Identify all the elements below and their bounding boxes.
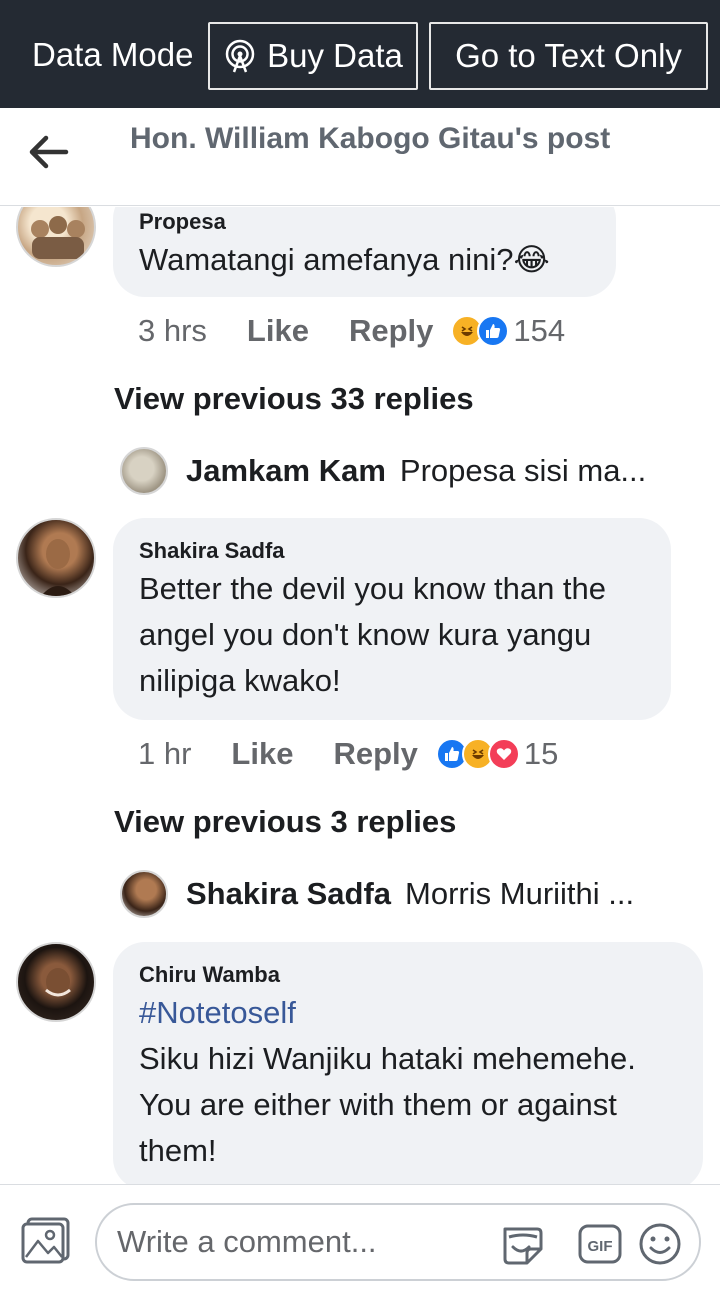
reaction-icons[interactable] — [435, 738, 520, 770]
latest-reply[interactable]: Jamkam Kam Propesa sisi ma... — [120, 447, 646, 495]
reaction-icons[interactable] — [451, 315, 510, 347]
portrait-icon — [45, 968, 71, 997]
like-link[interactable]: Like — [247, 313, 309, 349]
reaction-count[interactable]: 15 — [524, 736, 558, 772]
sticker-icon[interactable] — [499, 1221, 545, 1267]
comment-input-box[interactable]: GIF — [95, 1203, 701, 1281]
portrait-icon — [41, 539, 75, 596]
emoji-icon[interactable] — [637, 1221, 683, 1267]
data-mode-bar: Data Mode Buy Data Go to Text Only — [0, 0, 720, 108]
reply-link[interactable]: Reply — [333, 736, 417, 772]
comment-bubble[interactable]: Chiru Wamba #Notetoself Siku hizi Wanjik… — [113, 942, 703, 1184]
latest-reply[interactable]: Shakira Sadfa Morris Muriithi ... — [120, 870, 634, 918]
comment-input[interactable] — [117, 1219, 497, 1265]
reply-author[interactable]: Jamkam Kam — [186, 453, 386, 489]
avatar[interactable] — [120, 870, 168, 918]
comment-actions: 1 hr Like Reply 15 — [138, 736, 558, 772]
gif-icon[interactable]: GIF — [577, 1221, 623, 1267]
data-mode-label: Data Mode — [32, 36, 194, 73]
comment-author[interactable]: Shakira Sadfa — [139, 536, 645, 566]
back-arrow-icon[interactable] — [26, 134, 70, 170]
page-title: Hon. William Kabogo Gitau's post — [130, 122, 611, 155]
view-previous-replies[interactable]: View previous 3 replies — [114, 804, 456, 840]
reply-link[interactable]: Reply — [349, 313, 433, 349]
like-reaction-icon — [477, 315, 510, 347]
photo-icon[interactable] — [20, 1217, 72, 1265]
love-reaction-icon — [487, 738, 520, 770]
reply-snippet: Propesa sisi ma... — [399, 453, 647, 488]
reply-author[interactable]: Shakira Sadfa — [186, 876, 391, 912]
post-header: Hon. William Kabogo Gitau's post — [0, 108, 720, 206]
comment-time[interactable]: 1 hr — [138, 736, 191, 772]
comment-time[interactable]: 3 hrs — [138, 313, 207, 349]
reply-snippet: Morris Muriithi ... — [405, 876, 635, 911]
comment-text: Wamatangi amefanya nini?😂 — [139, 242, 550, 277]
comment-author[interactable]: Propesa — [139, 207, 590, 237]
avatar[interactable] — [16, 518, 96, 598]
group-photo-icon — [31, 216, 85, 259]
broadcast-icon — [225, 39, 255, 73]
comment-bubble[interactable]: Shakira Sadfa Better the devil you know … — [113, 518, 671, 720]
avatar[interactable] — [16, 942, 96, 1022]
reaction-count[interactable]: 154 — [513, 313, 565, 349]
avatar[interactable] — [120, 447, 168, 495]
text-only-button[interactable]: Go to Text Only — [429, 22, 708, 90]
comment-actions: 3 hrs Like Reply 154 — [138, 313, 565, 349]
comment-author[interactable]: Chiru Wamba — [139, 960, 677, 990]
like-link[interactable]: Like — [231, 736, 293, 772]
comments-feed[interactable]: Propesa Wamatangi amefanya nini?😂 3 hrs … — [0, 207, 720, 1184]
comment-composer: GIF — [0, 1184, 720, 1293]
buy-data-button[interactable]: Buy Data — [208, 22, 418, 90]
comment-text: Siku hizi Wanjiku hataki mehemehe. You a… — [139, 1041, 636, 1168]
comment-bubble[interactable]: Propesa Wamatangi amefanya nini?😂 — [113, 207, 616, 297]
view-previous-replies[interactable]: View previous 33 replies — [114, 381, 474, 417]
hashtag-link[interactable]: #Notetoself — [139, 990, 677, 1036]
comment-text: Better the devil you know than the angel… — [139, 571, 607, 698]
avatar[interactable] — [16, 207, 96, 267]
svg-text:GIF: GIF — [588, 1238, 613, 1255]
buy-data-label: Buy Data — [267, 37, 403, 74]
